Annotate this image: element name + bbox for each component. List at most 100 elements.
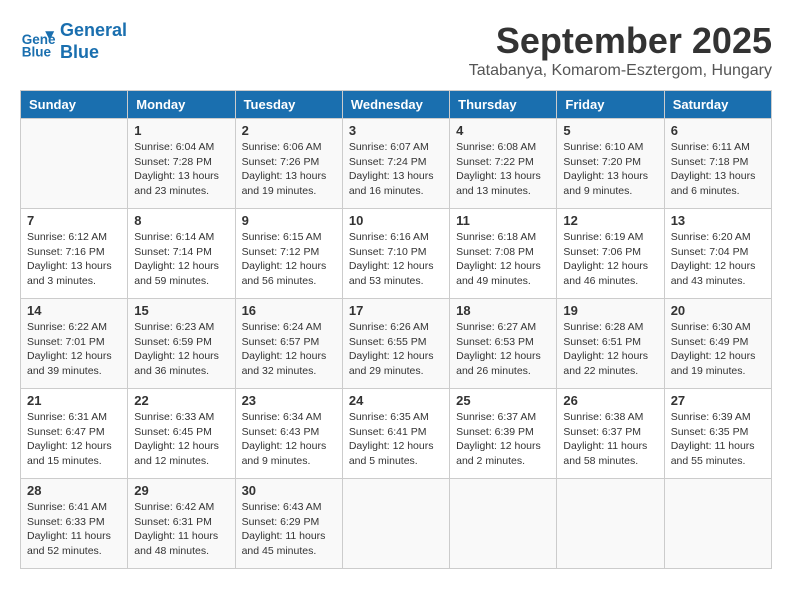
calendar-week-row: 1 Sunrise: 6:04 AM Sunset: 7:28 PM Daylig… <box>21 119 772 209</box>
day-info: Sunrise: 6:14 AM Sunset: 7:14 PM Dayligh… <box>134 230 228 289</box>
calendar-cell: 12 Sunrise: 6:19 AM Sunset: 7:06 PM Dayli… <box>557 209 664 299</box>
day-info: Sunrise: 6:42 AM Sunset: 6:31 PM Dayligh… <box>134 500 228 559</box>
calendar-cell: 27 Sunrise: 6:39 AM Sunset: 6:35 PM Dayli… <box>664 389 771 479</box>
day-number: 22 <box>134 393 228 408</box>
calendar-cell: 21 Sunrise: 6:31 AM Sunset: 6:47 PM Dayli… <box>21 389 128 479</box>
calendar-cell: 19 Sunrise: 6:28 AM Sunset: 6:51 PM Dayli… <box>557 299 664 389</box>
calendar-cell: 5 Sunrise: 6:10 AM Sunset: 7:20 PM Daylig… <box>557 119 664 209</box>
day-number: 1 <box>134 123 228 138</box>
calendar-week-row: 21 Sunrise: 6:31 AM Sunset: 6:47 PM Dayli… <box>21 389 772 479</box>
day-number: 21 <box>27 393 121 408</box>
day-header-thursday: Thursday <box>450 91 557 119</box>
calendar-cell: 29 Sunrise: 6:42 AM Sunset: 6:31 PM Dayli… <box>128 479 235 569</box>
calendar-cell: 2 Sunrise: 6:06 AM Sunset: 7:26 PM Daylig… <box>235 119 342 209</box>
day-number: 18 <box>456 303 550 318</box>
calendar-cell: 15 Sunrise: 6:23 AM Sunset: 6:59 PM Dayli… <box>128 299 235 389</box>
day-number: 30 <box>242 483 336 498</box>
calendar-cell: 4 Sunrise: 6:08 AM Sunset: 7:22 PM Daylig… <box>450 119 557 209</box>
day-info: Sunrise: 6:23 AM Sunset: 6:59 PM Dayligh… <box>134 320 228 379</box>
calendar-cell <box>450 479 557 569</box>
calendar-cell: 16 Sunrise: 6:24 AM Sunset: 6:57 PM Dayli… <box>235 299 342 389</box>
day-info: Sunrise: 6:37 AM Sunset: 6:39 PM Dayligh… <box>456 410 550 469</box>
day-info: Sunrise: 6:10 AM Sunset: 7:20 PM Dayligh… <box>563 140 657 199</box>
day-info: Sunrise: 6:35 AM Sunset: 6:41 PM Dayligh… <box>349 410 443 469</box>
calendar-cell: 30Sunrise: 6:43 AM Sunset: 6:29 PM Dayli… <box>235 479 342 569</box>
day-header-saturday: Saturday <box>664 91 771 119</box>
day-info: Sunrise: 6:34 AM Sunset: 6:43 PM Dayligh… <box>242 410 336 469</box>
day-header-monday: Monday <box>128 91 235 119</box>
day-info: Sunrise: 6:26 AM Sunset: 6:55 PM Dayligh… <box>349 320 443 379</box>
calendar-cell: 25 Sunrise: 6:37 AM Sunset: 6:39 PM Dayli… <box>450 389 557 479</box>
day-header-friday: Friday <box>557 91 664 119</box>
logo-icon: General Blue <box>20 24 56 60</box>
day-info: Sunrise: 6:15 AM Sunset: 7:12 PM Dayligh… <box>242 230 336 289</box>
day-number: 7 <box>27 213 121 228</box>
day-number: 13 <box>671 213 765 228</box>
calendar-week-row: 14 Sunrise: 6:22 AM Sunset: 7:01 PM Dayli… <box>21 299 772 389</box>
calendar-week-row: 7 Sunrise: 6:12 AM Sunset: 7:16 PM Daylig… <box>21 209 772 299</box>
day-info: Sunrise: 6:30 AM Sunset: 6:49 PM Dayligh… <box>671 320 765 379</box>
calendar-cell: 13 Sunrise: 6:20 AM Sunset: 7:04 PM Dayli… <box>664 209 771 299</box>
day-info: Sunrise: 6:06 AM Sunset: 7:26 PM Dayligh… <box>242 140 336 199</box>
logo: General Blue General Blue <box>20 20 127 63</box>
calendar-cell: 28 Sunrise: 6:41 AM Sunset: 6:33 PM Dayli… <box>21 479 128 569</box>
day-info: Sunrise: 6:28 AM Sunset: 6:51 PM Dayligh… <box>563 320 657 379</box>
day-number: 5 <box>563 123 657 138</box>
day-info: Sunrise: 6:19 AM Sunset: 7:06 PM Dayligh… <box>563 230 657 289</box>
day-info: Sunrise: 6:08 AM Sunset: 7:22 PM Dayligh… <box>456 140 550 199</box>
calendar-cell: 10 Sunrise: 6:16 AM Sunset: 7:10 PM Dayli… <box>342 209 449 299</box>
calendar-cell: 18 Sunrise: 6:27 AM Sunset: 6:53 PM Dayli… <box>450 299 557 389</box>
day-number: 15 <box>134 303 228 318</box>
calendar-cell: 3Sunrise: 6:07 AM Sunset: 7:24 PM Daylig… <box>342 119 449 209</box>
day-info: Sunrise: 6:20 AM Sunset: 7:04 PM Dayligh… <box>671 230 765 289</box>
day-info: Sunrise: 6:41 AM Sunset: 6:33 PM Dayligh… <box>27 500 121 559</box>
day-info: Sunrise: 6:33 AM Sunset: 6:45 PM Dayligh… <box>134 410 228 469</box>
calendar-cell: 11 Sunrise: 6:18 AM Sunset: 7:08 PM Dayli… <box>450 209 557 299</box>
day-number: 27 <box>671 393 765 408</box>
day-info: Sunrise: 6:27 AM Sunset: 6:53 PM Dayligh… <box>456 320 550 379</box>
day-info: Sunrise: 6:22 AM Sunset: 7:01 PM Dayligh… <box>27 320 121 379</box>
day-number: 12 <box>563 213 657 228</box>
day-info: Sunrise: 6:12 AM Sunset: 7:16 PM Dayligh… <box>27 230 121 289</box>
day-number: 24 <box>349 393 443 408</box>
calendar-cell: 14 Sunrise: 6:22 AM Sunset: 7:01 PM Dayli… <box>21 299 128 389</box>
calendar-cell: 8 Sunrise: 6:14 AM Sunset: 7:14 PM Daylig… <box>128 209 235 299</box>
day-header-wednesday: Wednesday <box>342 91 449 119</box>
calendar-header-row: SundayMondayTuesdayWednesdayThursdayFrid… <box>21 91 772 119</box>
day-number: 4 <box>456 123 550 138</box>
day-number: 26 <box>563 393 657 408</box>
day-info: Sunrise: 6:31 AM Sunset: 6:47 PM Dayligh… <box>27 410 121 469</box>
day-number: 19 <box>563 303 657 318</box>
day-number: 11 <box>456 213 550 228</box>
day-number: 3 <box>349 123 443 138</box>
day-number: 8 <box>134 213 228 228</box>
location: Tatabanya, Komarom-Esztergom, Hungary <box>469 62 772 80</box>
calendar-body: 1 Sunrise: 6:04 AM Sunset: 7:28 PM Daylig… <box>21 119 772 569</box>
day-header-sunday: Sunday <box>21 91 128 119</box>
day-info: Sunrise: 6:39 AM Sunset: 6:35 PM Dayligh… <box>671 410 765 469</box>
day-info: Sunrise: 6:16 AM Sunset: 7:10 PM Dayligh… <box>349 230 443 289</box>
day-number: 20 <box>671 303 765 318</box>
day-number: 25 <box>456 393 550 408</box>
day-number: 23 <box>242 393 336 408</box>
day-info: Sunrise: 6:11 AM Sunset: 7:18 PM Dayligh… <box>671 140 765 199</box>
calendar-cell <box>21 119 128 209</box>
day-number: 29 <box>134 483 228 498</box>
calendar-cell: 23 Sunrise: 6:34 AM Sunset: 6:43 PM Dayli… <box>235 389 342 479</box>
calendar-cell: 24 Sunrise: 6:35 AM Sunset: 6:41 PM Dayli… <box>342 389 449 479</box>
day-number: 14 <box>27 303 121 318</box>
day-number: 10 <box>349 213 443 228</box>
day-number: 9 <box>242 213 336 228</box>
day-info: Sunrise: 6:18 AM Sunset: 7:08 PM Dayligh… <box>456 230 550 289</box>
calendar-cell: 9 Sunrise: 6:15 AM Sunset: 7:12 PM Daylig… <box>235 209 342 299</box>
calendar-cell <box>342 479 449 569</box>
calendar-cell: 26Sunrise: 6:38 AM Sunset: 6:37 PM Dayli… <box>557 389 664 479</box>
day-number: 28 <box>27 483 121 498</box>
day-info: Sunrise: 6:24 AM Sunset: 6:57 PM Dayligh… <box>242 320 336 379</box>
day-info: Sunrise: 6:04 AM Sunset: 7:28 PM Dayligh… <box>134 140 228 199</box>
calendar-cell <box>557 479 664 569</box>
calendar-cell: 6Sunrise: 6:11 AM Sunset: 7:18 PM Daylig… <box>664 119 771 209</box>
calendar-cell: 20 Sunrise: 6:30 AM Sunset: 6:49 PM Dayli… <box>664 299 771 389</box>
day-number: 16 <box>242 303 336 318</box>
day-number: 2 <box>242 123 336 138</box>
